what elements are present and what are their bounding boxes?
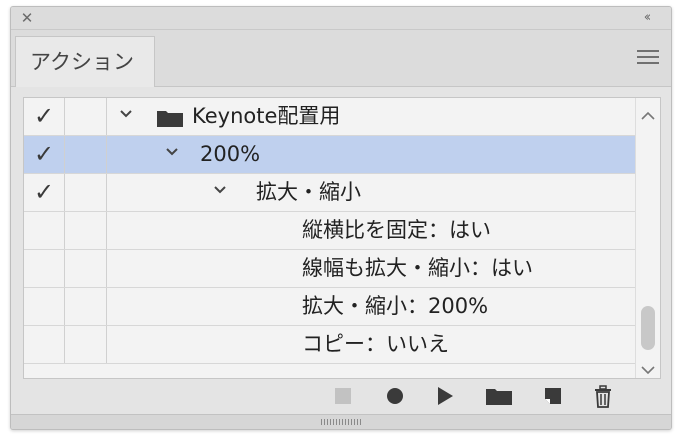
actions-list: ✓ Keynote配置用 ✓ 200% ✓ 拡大・縮小 縦横比を固定：はい 線幅…	[23, 97, 661, 379]
step-detail-label: コピー：いいえ	[302, 332, 449, 356]
play-icon[interactable]	[431, 385, 459, 409]
toggle-item-checkbox[interactable]: ✓	[24, 98, 65, 135]
scroll-up-icon[interactable]	[641, 106, 655, 120]
vertical-scrollbar[interactable]	[635, 98, 660, 378]
toggle-item-checkbox[interactable]	[24, 288, 65, 325]
panel-titlebar: ✕ ‹‹	[11, 7, 671, 30]
new-action-icon[interactable]	[539, 385, 567, 409]
toggle-dialog-cell[interactable]	[65, 250, 107, 287]
trash-icon[interactable]	[589, 385, 617, 409]
actions-panel: ✕ ‹‹ アクション ✓ Keynote配置用 ✓ 200% ✓ 拡大・縮小 縦…	[10, 6, 672, 430]
scroll-down-icon[interactable]	[641, 360, 655, 375]
toggle-dialog-cell[interactable]	[65, 136, 107, 173]
toggle-dialog-cell[interactable]	[65, 98, 107, 135]
panel-resize-bar	[11, 414, 671, 429]
chevron-down-icon[interactable]	[166, 147, 178, 157]
toggle-item-checkbox[interactable]	[24, 212, 65, 249]
toggle-item-checkbox[interactable]	[24, 250, 65, 287]
step-detail-row[interactable]: コピー：いいえ	[24, 326, 635, 364]
step-detail-label: 拡大・縮小：200%	[302, 294, 489, 318]
chevron-down-icon[interactable]	[120, 109, 132, 119]
toggle-dialog-cell[interactable]	[65, 212, 107, 249]
toggle-dialog-cell[interactable]	[65, 288, 107, 325]
step-detail-label: 縦横比を固定：はい	[302, 218, 491, 242]
step-detail-label: 線幅も拡大・縮小：はい	[302, 256, 533, 280]
toggle-item-checkbox[interactable]	[24, 326, 65, 363]
action-set-row[interactable]: ✓ Keynote配置用	[24, 98, 635, 136]
record-icon[interactable]	[381, 385, 409, 409]
toggle-dialog-cell[interactable]	[65, 174, 107, 211]
toggle-item-checkbox[interactable]: ✓	[24, 136, 65, 173]
actions-rows: ✓ Keynote配置用 ✓ 200% ✓ 拡大・縮小 縦横比を固定：はい 線幅…	[24, 98, 635, 378]
tab-bar: アクション	[11, 30, 671, 87]
step-detail-row[interactable]: 拡大・縮小：200%	[24, 288, 635, 326]
toggle-dialog-cell[interactable]	[65, 326, 107, 363]
tab-actions[interactable]: アクション	[15, 36, 155, 87]
new-set-folder-icon[interactable]	[485, 385, 513, 409]
resize-grip[interactable]	[321, 419, 361, 425]
action-label: 200%	[200, 142, 261, 166]
scroll-thumb[interactable]	[641, 306, 655, 350]
step-detail-row[interactable]: 縦横比を固定：はい	[24, 212, 635, 250]
panel-menu-icon[interactable]	[637, 50, 659, 66]
toggle-item-checkbox[interactable]: ✓	[24, 174, 65, 211]
action-step-label: 拡大・縮小	[256, 180, 361, 204]
chevron-down-icon[interactable]	[214, 185, 226, 195]
collapse-panel-button[interactable]: ‹‹	[635, 9, 657, 27]
action-row[interactable]: ✓ 200%	[24, 136, 635, 174]
action-step-row[interactable]: ✓ 拡大・縮小	[24, 174, 635, 212]
folder-icon	[156, 108, 183, 127]
step-detail-row[interactable]: 線幅も拡大・縮小：はい	[24, 250, 635, 288]
action-set-label: Keynote配置用	[192, 104, 341, 128]
close-panel-button[interactable]: ✕	[18, 9, 36, 27]
stop-icon[interactable]	[329, 385, 357, 409]
actions-toolbar	[11, 381, 671, 413]
